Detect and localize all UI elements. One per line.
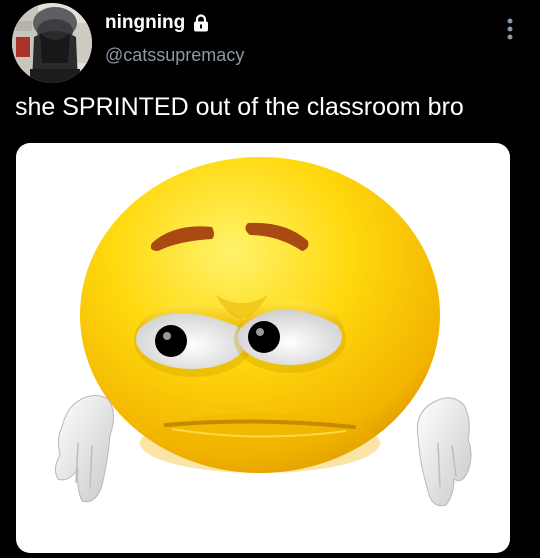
avatar[interactable] — [12, 3, 92, 83]
author-name-row[interactable]: ningning — [105, 12, 211, 34]
lock-icon — [191, 13, 211, 33]
display-name[interactable]: ningning — [105, 12, 185, 34]
author-handle[interactable]: @catssupremacy — [105, 45, 244, 66]
more-vertical-icon — [507, 18, 513, 40]
tweet-text: she SPRINTED out of the classroom bro — [15, 93, 464, 121]
tweet-media[interactable] — [16, 143, 510, 553]
profile-photo-icon — [12, 3, 92, 83]
more-options-button[interactable] — [498, 14, 522, 44]
sad-emoji-face-icon — [54, 157, 472, 507]
